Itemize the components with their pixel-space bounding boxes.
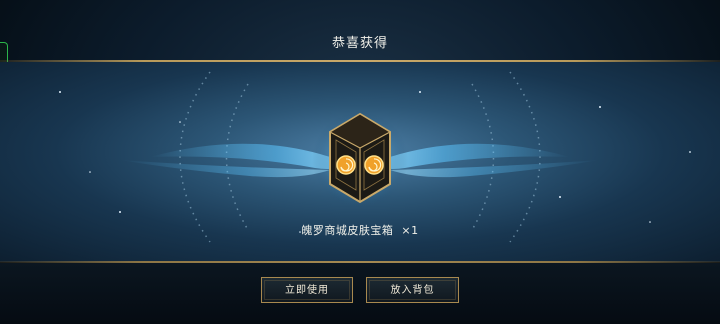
reward-popup: 恭喜获得 魄罗商城皮肤宝箱 ×1 立即使用 放入背包 xyxy=(0,0,720,324)
reward-item-name: 魄罗商城皮肤宝箱 xyxy=(301,224,394,237)
reward-quantity: ×1 xyxy=(401,224,419,237)
reward-caption: 魄罗商城皮肤宝箱 ×1 xyxy=(0,222,720,238)
popup-title: 恭喜获得 xyxy=(331,36,388,51)
skin-chest-icon xyxy=(328,112,392,204)
footer-area xyxy=(0,263,720,324)
use-now-button[interactable]: 立即使用 xyxy=(261,277,353,303)
put-in-bag-button[interactable]: 放入背包 xyxy=(366,277,459,303)
banner-border-top xyxy=(0,60,720,62)
